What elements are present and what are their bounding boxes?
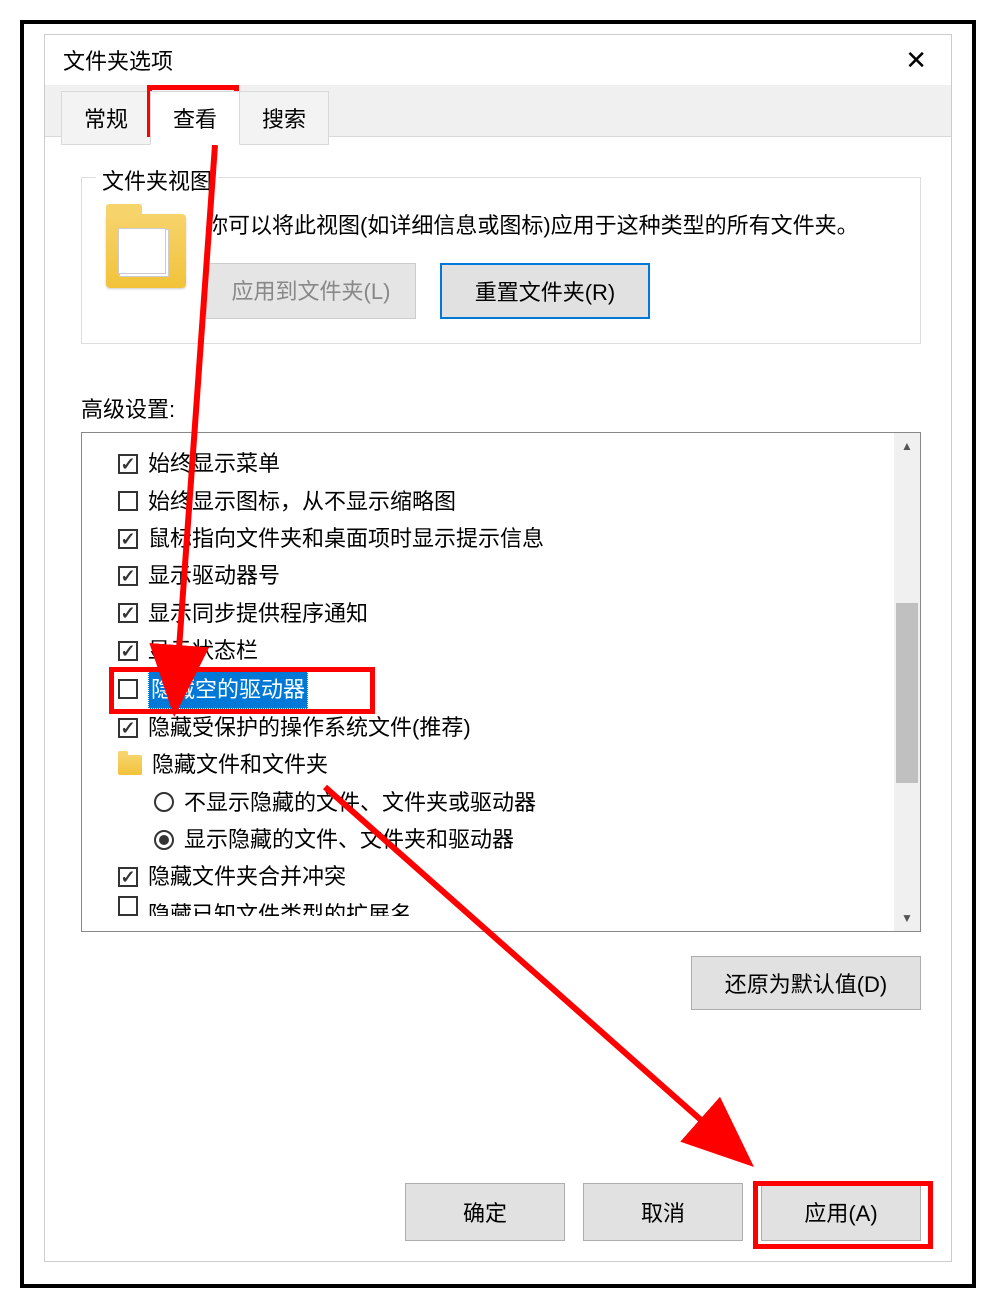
list-item[interactable]: 隐藏已知文件类型的扩展名: [118, 896, 912, 916]
checkbox-icon[interactable]: [118, 454, 138, 474]
checkbox-icon[interactable]: [118, 718, 138, 738]
scroll-thumb[interactable]: [896, 603, 918, 783]
folder-icon: [106, 214, 186, 288]
list-item-label: 不显示隐藏的文件、文件夹或驱动器: [184, 784, 536, 821]
scroll-up-icon[interactable]: ▲: [894, 433, 920, 459]
tab-view[interactable]: 查看: [150, 91, 240, 145]
checkbox-icon[interactable]: [118, 641, 138, 661]
list-item-label: 隐藏文件夹合并冲突: [148, 858, 346, 895]
checkbox-icon[interactable]: [118, 529, 138, 549]
folder-view-description: 你可以将此视图(如详细信息或图标)应用于这种类型的所有文件夹。: [206, 208, 896, 243]
list-item-label: 显示隐藏的文件、文件夹和驱动器: [184, 821, 514, 858]
folder-view-group: 文件夹视图 你可以将此视图(如详细信息或图标)应用于这种类型的所有文件夹。 应用…: [81, 177, 921, 344]
list-item-label: 隐藏已知文件类型的扩展名: [148, 896, 412, 916]
titlebar: 文件夹选项 ✕: [45, 35, 951, 85]
cancel-button[interactable]: 取消: [583, 1183, 743, 1241]
checkbox-icon[interactable]: [118, 566, 138, 586]
scrollbar[interactable]: ▲ ▼: [894, 433, 920, 931]
list-item[interactable]: 隐藏文件和文件夹: [118, 746, 912, 783]
apply-button[interactable]: 应用(A): [761, 1183, 921, 1241]
close-icon[interactable]: ✕: [895, 41, 937, 80]
list-item-label: 始终显示菜单: [148, 445, 280, 482]
list-item-label: 隐藏受保护的操作系统文件(推荐): [148, 709, 471, 746]
tab-general[interactable]: 常规: [61, 91, 151, 145]
folder-options-dialog: 文件夹选项 ✕ 常规 查看 搜索 文件夹视图 你可以将此视图(如详细信息或图标)…: [44, 34, 952, 1262]
list-item-label: 隐藏文件和文件夹: [152, 746, 328, 783]
list-item[interactable]: 始终显示菜单: [118, 445, 912, 482]
radio-icon[interactable]: [154, 792, 174, 812]
scroll-down-icon[interactable]: ▼: [894, 905, 920, 931]
list-item-label: 显示同步提供程序通知: [148, 595, 368, 632]
list-item[interactable]: 隐藏受保护的操作系统文件(推荐): [118, 709, 912, 746]
advanced-settings-list: 始终显示菜单始终显示图标，从不显示缩略图鼠标指向文件夹和桌面项时显示提示信息显示…: [81, 432, 921, 932]
list-item-label: 始终显示图标，从不显示缩略图: [148, 483, 456, 520]
checkbox-icon[interactable]: [118, 867, 138, 887]
list-item-label: 显示驱动器号: [148, 557, 280, 594]
apply-to-folders-button: 应用到文件夹(L): [206, 263, 416, 319]
checkbox-icon[interactable]: [118, 679, 138, 699]
list-item[interactable]: 显示隐藏的文件、文件夹和驱动器: [118, 821, 912, 858]
list-item[interactable]: 显示同步提供程序通知: [118, 595, 912, 632]
list-item[interactable]: 显示状态栏: [118, 632, 912, 669]
checkbox-icon[interactable]: [118, 896, 138, 916]
restore-defaults-button[interactable]: 还原为默认值(D): [691, 956, 921, 1010]
list-item[interactable]: 不显示隐藏的文件、文件夹或驱动器: [118, 784, 912, 821]
group-title: 文件夹视图: [96, 164, 218, 196]
dialog-title: 文件夹选项: [63, 44, 173, 76]
folder-mini-icon: [118, 755, 142, 775]
tabs-area: 常规 查看 搜索: [45, 85, 951, 137]
list-item-label: 鼠标指向文件夹和桌面项时显示提示信息: [148, 520, 544, 557]
checkbox-icon[interactable]: [118, 491, 138, 511]
tab-search[interactable]: 搜索: [239, 91, 329, 145]
reset-folders-button[interactable]: 重置文件夹(R): [440, 263, 650, 319]
list-item[interactable]: 显示驱动器号: [118, 557, 912, 594]
dialog-buttons: 确定 取消 应用(A): [405, 1183, 921, 1241]
radio-icon[interactable]: [154, 830, 174, 850]
list-item[interactable]: 隐藏空的驱动器: [118, 670, 912, 709]
checkbox-icon[interactable]: [118, 603, 138, 623]
list-item[interactable]: 始终显示图标，从不显示缩略图: [118, 483, 912, 520]
list-item[interactable]: 鼠标指向文件夹和桌面项时显示提示信息: [118, 520, 912, 557]
ok-button[interactable]: 确定: [405, 1183, 565, 1241]
list-item[interactable]: 隐藏文件夹合并冲突: [118, 858, 912, 895]
list-item-label: 显示状态栏: [148, 632, 258, 669]
list-item-label: 隐藏空的驱动器: [148, 670, 308, 709]
dialog-content: 文件夹视图 你可以将此视图(如详细信息或图标)应用于这种类型的所有文件夹。 应用…: [45, 137, 951, 1030]
advanced-settings-label: 高级设置:: [81, 392, 921, 424]
